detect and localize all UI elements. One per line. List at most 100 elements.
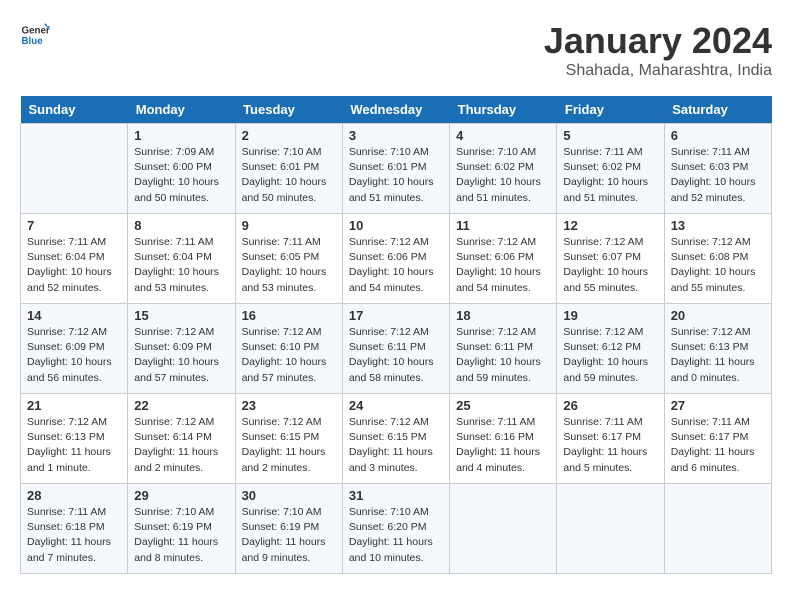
- svg-text:Blue: Blue: [22, 36, 44, 47]
- page-header: General Blue January 2024 Shahada, Mahar…: [20, 20, 772, 80]
- day-cell: 4 Sunrise: 7:10 AMSunset: 6:02 PMDayligh…: [450, 124, 557, 214]
- day-number: 5: [563, 128, 657, 143]
- day-number: 10: [349, 218, 443, 233]
- day-number: 16: [242, 308, 336, 323]
- logo: General Blue: [20, 20, 50, 50]
- day-cell: 15 Sunrise: 7:12 AMSunset: 6:09 PMDaylig…: [128, 304, 235, 394]
- day-cell: [664, 484, 771, 574]
- day-cell: 22 Sunrise: 7:12 AMSunset: 6:14 PMDaylig…: [128, 394, 235, 484]
- day-number: 18: [456, 308, 550, 323]
- day-info: Sunrise: 7:12 AMSunset: 6:13 PMDaylight:…: [671, 325, 765, 386]
- svg-text:General: General: [22, 26, 51, 37]
- day-cell: 10 Sunrise: 7:12 AMSunset: 6:06 PMDaylig…: [342, 214, 449, 304]
- day-cell: 6 Sunrise: 7:11 AMSunset: 6:03 PMDayligh…: [664, 124, 771, 214]
- week-row-4: 21 Sunrise: 7:12 AMSunset: 6:13 PMDaylig…: [21, 394, 772, 484]
- day-number: 22: [134, 398, 228, 413]
- day-cell: 18 Sunrise: 7:12 AMSunset: 6:11 PMDaylig…: [450, 304, 557, 394]
- day-cell: 29 Sunrise: 7:10 AMSunset: 6:19 PMDaylig…: [128, 484, 235, 574]
- day-info: Sunrise: 7:11 AMSunset: 6:04 PMDaylight:…: [27, 235, 121, 296]
- day-number: 17: [349, 308, 443, 323]
- days-header-row: Sunday Monday Tuesday Wednesday Thursday…: [21, 96, 772, 124]
- day-info: Sunrise: 7:11 AMSunset: 6:18 PMDaylight:…: [27, 505, 121, 566]
- calendar-title: January 2024: [544, 20, 772, 62]
- day-number: 4: [456, 128, 550, 143]
- day-cell: 30 Sunrise: 7:10 AMSunset: 6:19 PMDaylig…: [235, 484, 342, 574]
- day-info: Sunrise: 7:12 AMSunset: 6:14 PMDaylight:…: [134, 415, 228, 476]
- header-tuesday: Tuesday: [235, 96, 342, 124]
- day-cell: [21, 124, 128, 214]
- logo-icon: General Blue: [20, 20, 50, 50]
- day-number: 30: [242, 488, 336, 503]
- day-number: 26: [563, 398, 657, 413]
- day-info: Sunrise: 7:12 AMSunset: 6:08 PMDaylight:…: [671, 235, 765, 296]
- day-cell: [557, 484, 664, 574]
- day-cell: 31 Sunrise: 7:10 AMSunset: 6:20 PMDaylig…: [342, 484, 449, 574]
- day-info: Sunrise: 7:10 AMSunset: 6:01 PMDaylight:…: [242, 145, 336, 206]
- day-info: Sunrise: 7:10 AMSunset: 6:19 PMDaylight:…: [134, 505, 228, 566]
- day-info: Sunrise: 7:12 AMSunset: 6:11 PMDaylight:…: [456, 325, 550, 386]
- day-number: 23: [242, 398, 336, 413]
- day-info: Sunrise: 7:12 AMSunset: 6:09 PMDaylight:…: [27, 325, 121, 386]
- day-number: 6: [671, 128, 765, 143]
- day-info: Sunrise: 7:12 AMSunset: 6:15 PMDaylight:…: [349, 415, 443, 476]
- day-number: 7: [27, 218, 121, 233]
- day-number: 12: [563, 218, 657, 233]
- week-row-1: 1 Sunrise: 7:09 AMSunset: 6:00 PMDayligh…: [21, 124, 772, 214]
- day-info: Sunrise: 7:11 AMSunset: 6:17 PMDaylight:…: [563, 415, 657, 476]
- day-info: Sunrise: 7:11 AMSunset: 6:05 PMDaylight:…: [242, 235, 336, 296]
- day-info: Sunrise: 7:11 AMSunset: 6:17 PMDaylight:…: [671, 415, 765, 476]
- day-number: 11: [456, 218, 550, 233]
- day-info: Sunrise: 7:09 AMSunset: 6:00 PMDaylight:…: [134, 145, 228, 206]
- week-row-2: 7 Sunrise: 7:11 AMSunset: 6:04 PMDayligh…: [21, 214, 772, 304]
- day-info: Sunrise: 7:10 AMSunset: 6:02 PMDaylight:…: [456, 145, 550, 206]
- day-number: 29: [134, 488, 228, 503]
- day-cell: 8 Sunrise: 7:11 AMSunset: 6:04 PMDayligh…: [128, 214, 235, 304]
- day-info: Sunrise: 7:11 AMSunset: 6:02 PMDaylight:…: [563, 145, 657, 206]
- day-number: 13: [671, 218, 765, 233]
- day-number: 8: [134, 218, 228, 233]
- day-cell: 9 Sunrise: 7:11 AMSunset: 6:05 PMDayligh…: [235, 214, 342, 304]
- header-sunday: Sunday: [21, 96, 128, 124]
- day-number: 20: [671, 308, 765, 323]
- day-number: 19: [563, 308, 657, 323]
- header-friday: Friday: [557, 96, 664, 124]
- day-number: 27: [671, 398, 765, 413]
- day-cell: 17 Sunrise: 7:12 AMSunset: 6:11 PMDaylig…: [342, 304, 449, 394]
- day-cell: 13 Sunrise: 7:12 AMSunset: 6:08 PMDaylig…: [664, 214, 771, 304]
- day-info: Sunrise: 7:11 AMSunset: 6:04 PMDaylight:…: [134, 235, 228, 296]
- day-cell: 21 Sunrise: 7:12 AMSunset: 6:13 PMDaylig…: [21, 394, 128, 484]
- header-wednesday: Wednesday: [342, 96, 449, 124]
- day-info: Sunrise: 7:10 AMSunset: 6:19 PMDaylight:…: [242, 505, 336, 566]
- day-info: Sunrise: 7:10 AMSunset: 6:20 PMDaylight:…: [349, 505, 443, 566]
- day-cell: 25 Sunrise: 7:11 AMSunset: 6:16 PMDaylig…: [450, 394, 557, 484]
- day-number: 24: [349, 398, 443, 413]
- day-cell: 14 Sunrise: 7:12 AMSunset: 6:09 PMDaylig…: [21, 304, 128, 394]
- day-number: 28: [27, 488, 121, 503]
- day-cell: 1 Sunrise: 7:09 AMSunset: 6:00 PMDayligh…: [128, 124, 235, 214]
- calendar-table: Sunday Monday Tuesday Wednesday Thursday…: [20, 96, 772, 574]
- day-number: 25: [456, 398, 550, 413]
- title-area: January 2024 Shahada, Maharashtra, India: [544, 20, 772, 80]
- header-thursday: Thursday: [450, 96, 557, 124]
- header-saturday: Saturday: [664, 96, 771, 124]
- day-number: 21: [27, 398, 121, 413]
- day-number: 3: [349, 128, 443, 143]
- day-info: Sunrise: 7:12 AMSunset: 6:15 PMDaylight:…: [242, 415, 336, 476]
- day-cell: 26 Sunrise: 7:11 AMSunset: 6:17 PMDaylig…: [557, 394, 664, 484]
- day-info: Sunrise: 7:12 AMSunset: 6:06 PMDaylight:…: [349, 235, 443, 296]
- day-cell: 2 Sunrise: 7:10 AMSunset: 6:01 PMDayligh…: [235, 124, 342, 214]
- day-cell: 20 Sunrise: 7:12 AMSunset: 6:13 PMDaylig…: [664, 304, 771, 394]
- day-number: 9: [242, 218, 336, 233]
- day-info: Sunrise: 7:12 AMSunset: 6:09 PMDaylight:…: [134, 325, 228, 386]
- day-number: 2: [242, 128, 336, 143]
- day-info: Sunrise: 7:11 AMSunset: 6:16 PMDaylight:…: [456, 415, 550, 476]
- day-info: Sunrise: 7:12 AMSunset: 6:12 PMDaylight:…: [563, 325, 657, 386]
- calendar-subtitle: Shahada, Maharashtra, India: [544, 62, 772, 80]
- day-info: Sunrise: 7:12 AMSunset: 6:07 PMDaylight:…: [563, 235, 657, 296]
- day-cell: 23 Sunrise: 7:12 AMSunset: 6:15 PMDaylig…: [235, 394, 342, 484]
- day-cell: 27 Sunrise: 7:11 AMSunset: 6:17 PMDaylig…: [664, 394, 771, 484]
- day-number: 31: [349, 488, 443, 503]
- day-cell: [450, 484, 557, 574]
- day-number: 15: [134, 308, 228, 323]
- day-info: Sunrise: 7:12 AMSunset: 6:11 PMDaylight:…: [349, 325, 443, 386]
